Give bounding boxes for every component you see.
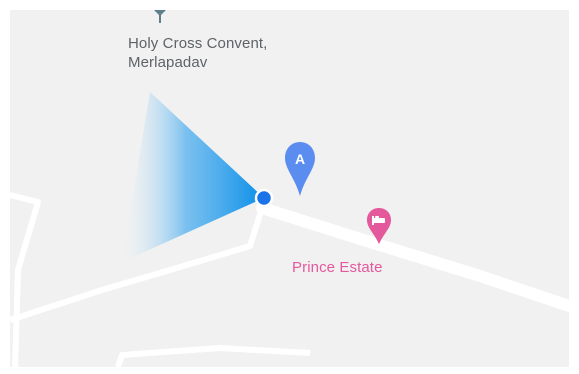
side-road-left <box>10 192 41 367</box>
heading-beam <box>122 92 264 262</box>
school-pin-icon[interactable] <box>151 10 169 24</box>
current-location-dot[interactable] <box>254 188 274 208</box>
holy-cross-label-line2: Merlapadav <box>128 54 208 71</box>
marker-a-letter: A <box>295 151 305 167</box>
hotel-pin[interactable] <box>364 206 394 246</box>
prince-estate-label[interactable]: Prince Estate <box>292 258 383 277</box>
marker-a[interactable]: A <box>283 140 317 198</box>
holy-cross-label-line1: Holy Cross Convent, <box>128 35 268 52</box>
map-canvas[interactable]: Holy Cross Convent, Merlapadav A Prince … <box>10 10 569 367</box>
main-road <box>256 202 569 312</box>
side-road-bottom <box>115 345 311 367</box>
holy-cross-label[interactable]: Holy Cross Convent, Merlapadav <box>128 34 267 72</box>
